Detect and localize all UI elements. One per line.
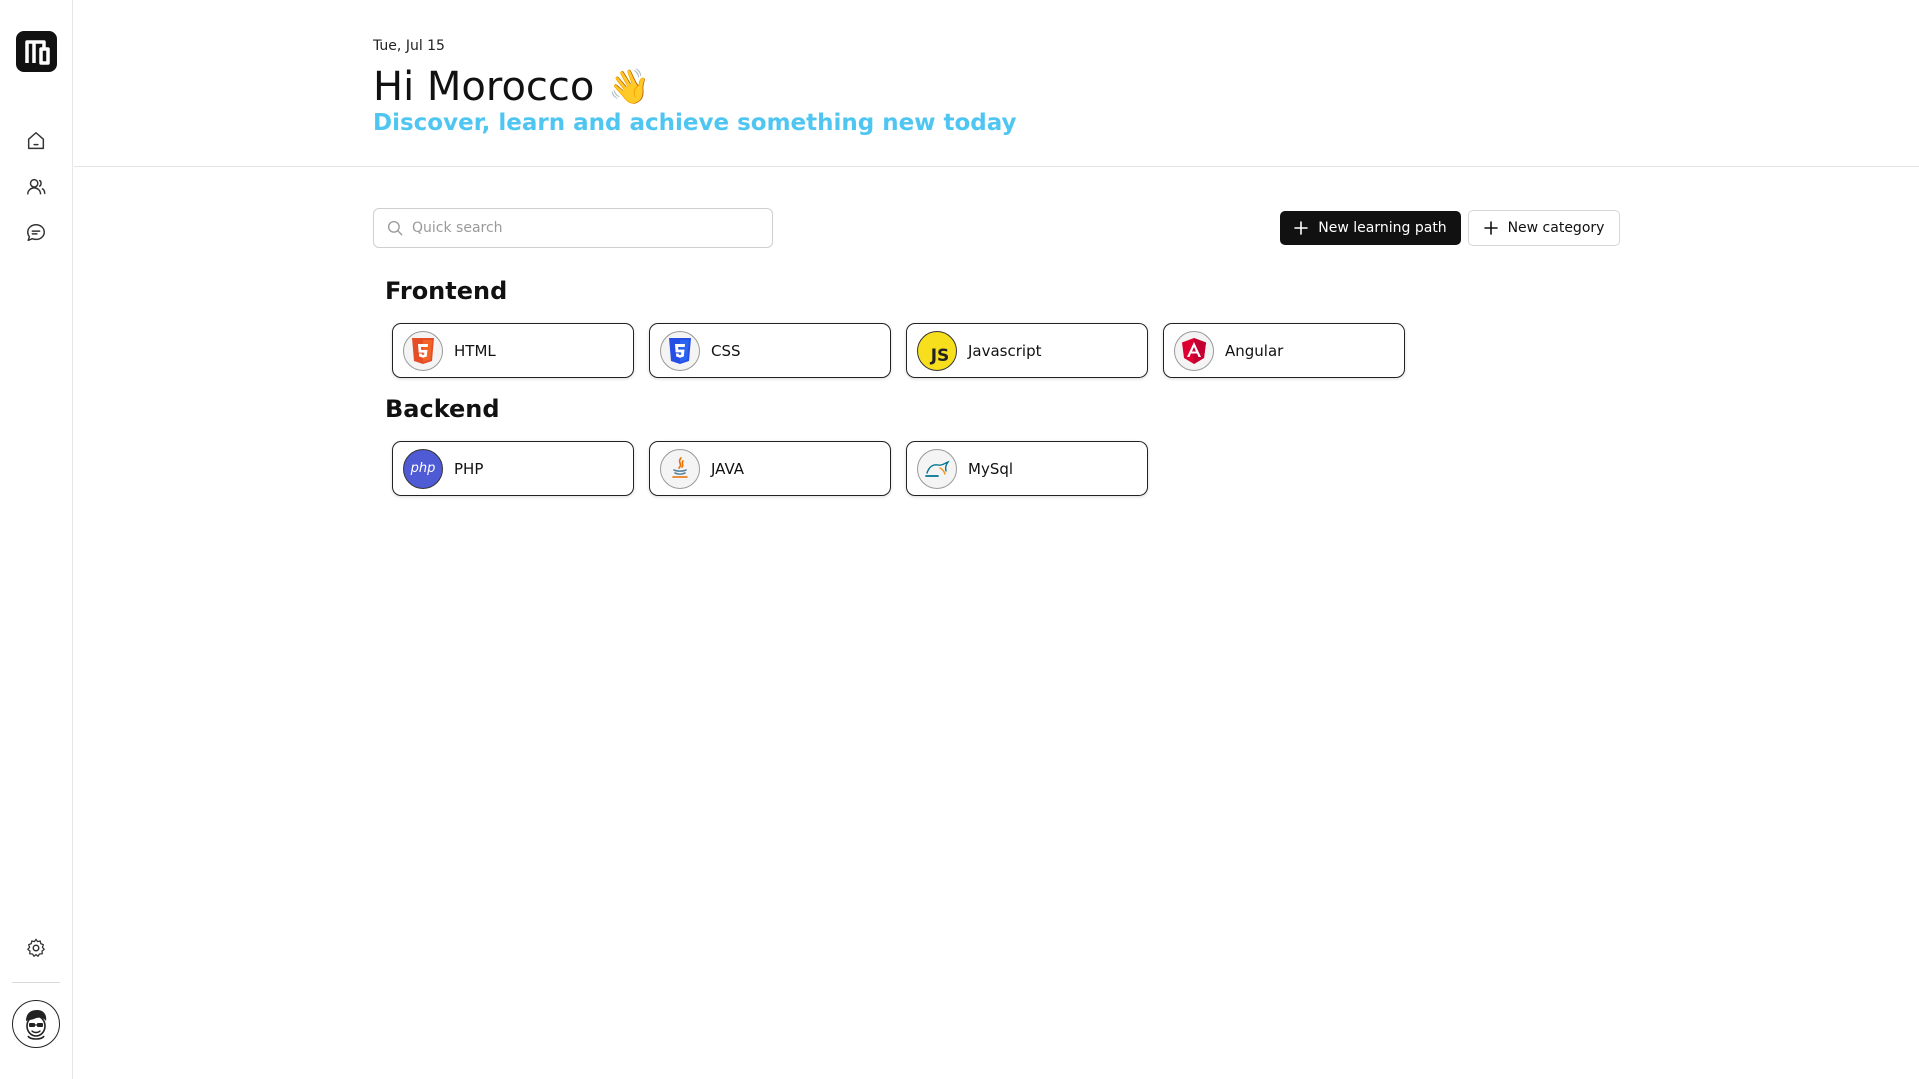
sidebar-divider: [12, 982, 60, 983]
search-input[interactable]: [412, 220, 752, 236]
search-icon: [387, 220, 403, 236]
sidebar-item-messages[interactable]: [22, 219, 50, 247]
section-title-frontend: Frontend: [385, 277, 508, 305]
frontend-list: HTML CSS JS Javascript Angular: [392, 323, 1405, 378]
path-card-php[interactable]: php PHP: [392, 441, 634, 496]
mysql-icon: [917, 448, 957, 489]
path-card-html[interactable]: HTML: [392, 323, 634, 378]
waving-hand-icon: 👋: [608, 67, 651, 107]
home-icon: [27, 132, 45, 150]
path-card-label: MySql: [968, 459, 1014, 478]
avatar-icon: [26, 1010, 47, 1040]
java-icon: [660, 448, 700, 489]
php-icon: php: [403, 448, 443, 489]
sidebar: [0, 0, 73, 1079]
path-card-label: JAVA: [711, 459, 745, 478]
sidebar-item-users[interactable]: [22, 173, 50, 201]
javascript-icon: JS: [917, 330, 957, 371]
current-date: Tue, Jul 15: [373, 38, 445, 54]
path-card-label: Javascript: [968, 341, 1042, 360]
new-category-label: New category: [1507, 220, 1605, 236]
tagline: Discover, learn and achieve something ne…: [373, 110, 1017, 136]
angular-icon: [1174, 330, 1214, 371]
plus-icon: [1294, 221, 1309, 235]
greeting-title: Hi Morocco 👋: [373, 64, 651, 110]
gear-icon: [27, 938, 45, 957]
app-logo[interactable]: [16, 31, 57, 72]
new-category-button[interactable]: New category: [1468, 210, 1620, 246]
logo-icon: [24, 39, 50, 65]
javascript-icon-text: JS: [930, 345, 950, 366]
users-icon: [27, 178, 46, 195]
greeting-text: Hi Morocco: [373, 64, 595, 110]
path-card-css[interactable]: CSS: [649, 323, 891, 378]
new-learning-path-button[interactable]: New learning path: [1280, 211, 1461, 245]
path-card-label: CSS: [711, 341, 741, 360]
path-card-mysql[interactable]: MySql: [906, 441, 1148, 496]
backend-list: php PHP JAVA MySql: [392, 441, 1148, 496]
html5-icon: [403, 330, 443, 371]
page-header: Tue, Jul 15 Hi Morocco 👋 Discover, learn…: [74, 0, 1919, 167]
path-card-label: PHP: [454, 459, 484, 478]
new-learning-path-label: New learning path: [1318, 220, 1447, 236]
path-card-java[interactable]: JAVA: [649, 441, 891, 496]
css3-icon: [660, 330, 700, 371]
path-card-angular[interactable]: Angular: [1163, 323, 1405, 378]
user-avatar[interactable]: [12, 1000, 60, 1048]
search-box[interactable]: [373, 208, 773, 248]
section-title-backend: Backend: [385, 395, 500, 423]
path-card-label: Angular: [1225, 341, 1284, 360]
settings-button[interactable]: [22, 934, 50, 962]
sidebar-item-home[interactable]: [22, 127, 50, 155]
path-card-label: HTML: [454, 341, 496, 360]
php-icon-text: php: [410, 461, 436, 476]
plus-icon: [1483, 221, 1498, 235]
chat-icon: [27, 224, 45, 242]
path-card-javascript[interactable]: JS Javascript: [906, 323, 1148, 378]
